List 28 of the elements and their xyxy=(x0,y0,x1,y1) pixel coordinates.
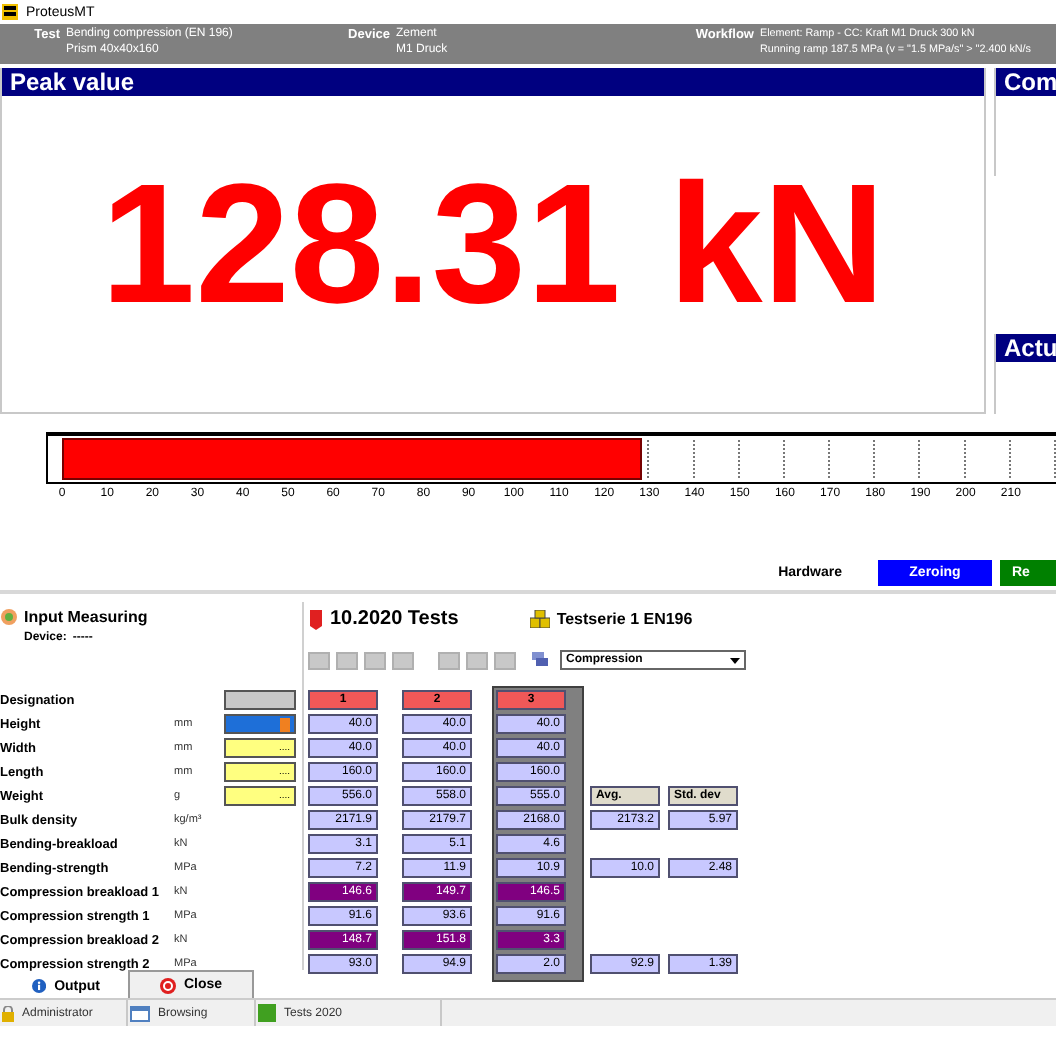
toolbar-square[interactable] xyxy=(438,651,460,669)
close-icon xyxy=(159,977,176,993)
caret-icon xyxy=(730,657,740,663)
toolbar-square[interactable] xyxy=(308,651,330,669)
toolbar-square[interactable] xyxy=(336,651,358,669)
layers-icon xyxy=(532,651,550,669)
input-field[interactable] xyxy=(224,690,296,710)
measuring-icon xyxy=(0,608,18,626)
series-title: 10.2020 Tests xyxy=(330,608,459,630)
lock-icon xyxy=(2,1005,14,1021)
window-icon xyxy=(130,1005,150,1021)
marker-icon xyxy=(280,717,290,731)
info-icon xyxy=(32,978,47,994)
toolbar-square[interactable] xyxy=(466,651,488,669)
app-logo-icon xyxy=(2,4,18,20)
input-field[interactable] xyxy=(224,714,296,734)
panel-header: Peak value xyxy=(2,68,984,96)
panel-header: Actu xyxy=(996,333,1056,362)
scroll-icon xyxy=(308,609,324,629)
series-subtitle: Testserie 1 EN196 xyxy=(556,610,693,628)
toolbar-square[interactable] xyxy=(364,651,386,669)
section-title: Input Measuring xyxy=(24,608,148,626)
panel-header: Com xyxy=(996,68,1056,96)
toolbar-square[interactable] xyxy=(494,651,516,669)
stack-icon xyxy=(530,610,551,628)
peak-reading: 128.31 kN xyxy=(100,148,886,344)
toolbar-square[interactable] xyxy=(392,651,414,669)
square-icon xyxy=(258,1004,276,1022)
